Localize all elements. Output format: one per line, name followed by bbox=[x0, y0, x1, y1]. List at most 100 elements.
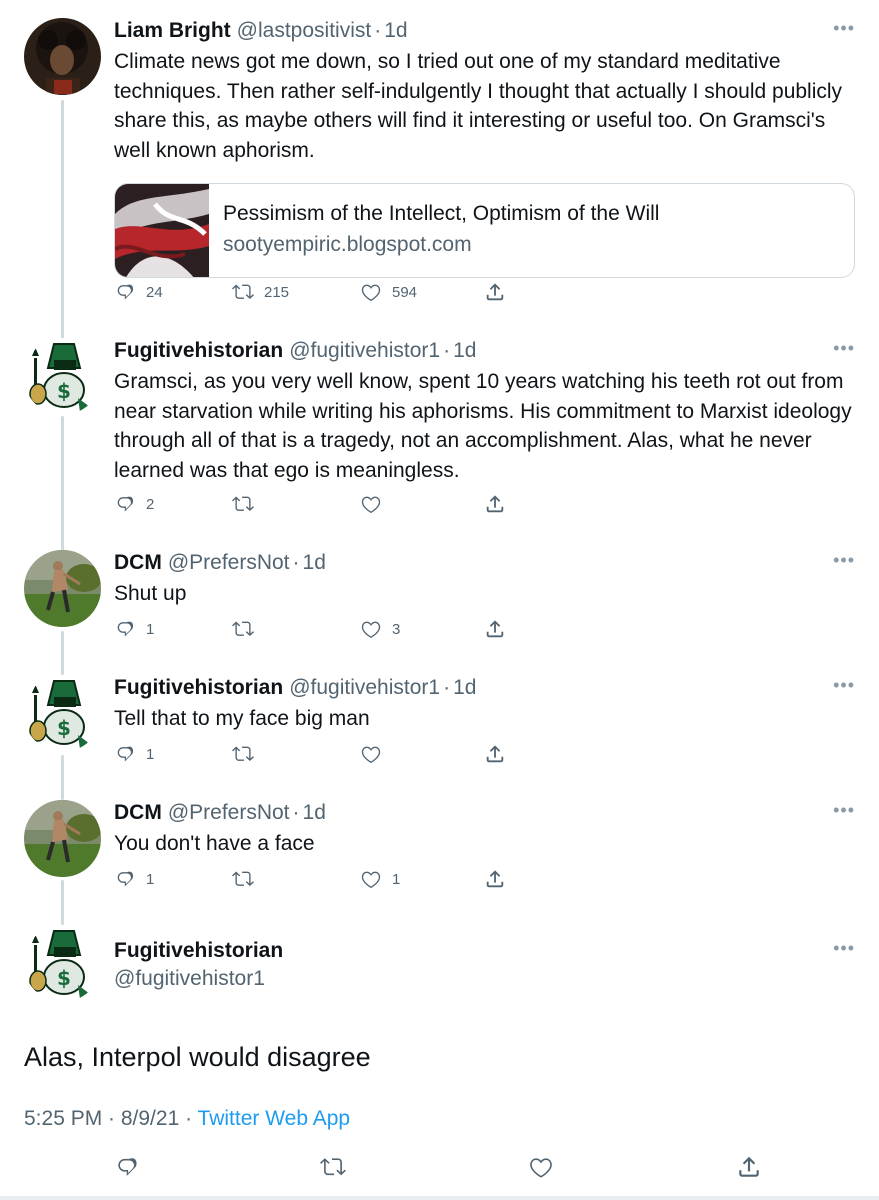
avatar[interactable]: $ bbox=[24, 675, 101, 752]
retweet-icon bbox=[232, 868, 254, 890]
tweet-time[interactable]: 1d bbox=[453, 338, 476, 364]
reply-button[interactable] bbox=[114, 1154, 140, 1180]
thread-connector bbox=[61, 880, 64, 925]
share-button[interactable] bbox=[484, 618, 506, 640]
tweet-text: Shut up bbox=[114, 582, 187, 605]
retweet-button[interactable] bbox=[232, 868, 264, 890]
like-count: 1 bbox=[392, 870, 401, 888]
link-card[interactable]: Pessimism of the Intellect, Optimism of … bbox=[114, 183, 855, 278]
author-handle[interactable]: @fugitivehistor1 bbox=[289, 338, 440, 364]
tweet-meta: 5:25 PM · 8/9/21 · Twitter Web App bbox=[24, 1106, 350, 1132]
more-icon[interactable]: ••• bbox=[833, 550, 855, 570]
tweet-time[interactable]: 1d bbox=[384, 18, 407, 44]
more-icon[interactable]: ••• bbox=[833, 18, 855, 38]
like-count: 3 bbox=[392, 620, 401, 638]
avatar[interactable] bbox=[24, 18, 101, 95]
tweet-text: Tell that to my face big man bbox=[114, 707, 370, 730]
author-handle[interactable]: @lastpositivist bbox=[237, 18, 372, 44]
reply-icon bbox=[114, 868, 136, 890]
share-button[interactable] bbox=[484, 281, 506, 303]
reply-icon bbox=[114, 1154, 140, 1180]
card-title: Pessimism of the Intellect, Optimism of … bbox=[223, 202, 660, 225]
author-name[interactable]: Fugitivehistorian bbox=[114, 939, 283, 962]
tweet-timestamp[interactable]: 5:25 PM · 8/9/21 · bbox=[24, 1107, 198, 1130]
author-handle[interactable]: @PrefersNot bbox=[168, 550, 290, 576]
separator-dot: · bbox=[292, 801, 300, 824]
author-name[interactable]: Fugitivehistorian bbox=[114, 675, 283, 701]
thread-connector bbox=[61, 631, 64, 675]
like-button[interactable]: 3 bbox=[360, 618, 400, 640]
like-button[interactable]: 1 bbox=[360, 868, 400, 890]
author-handle[interactable]: @fugitivehistor1 bbox=[114, 967, 265, 990]
thread-connector bbox=[61, 416, 64, 551]
reply-button[interactable]: 1 bbox=[114, 743, 154, 765]
share-button[interactable] bbox=[484, 743, 506, 765]
tweet-text: Gramsci, as you very well know, spent 10… bbox=[114, 370, 852, 482]
separator-dot: · bbox=[443, 339, 451, 362]
retweet-count: 215 bbox=[264, 283, 290, 301]
more-icon[interactable]: ••• bbox=[833, 800, 855, 820]
reply-button[interactable]: 24 bbox=[114, 281, 163, 303]
like-button[interactable] bbox=[528, 1154, 554, 1180]
retweet-icon bbox=[232, 743, 254, 765]
author-name[interactable]: Liam Bright bbox=[114, 18, 231, 44]
like-count: 594 bbox=[392, 283, 418, 301]
reply-count: 24 bbox=[146, 283, 163, 301]
share-icon bbox=[484, 868, 506, 890]
author-handle[interactable]: @PrefersNot bbox=[168, 800, 290, 826]
tweet-time[interactable]: 1d bbox=[453, 675, 476, 701]
more-icon[interactable]: ••• bbox=[833, 675, 855, 695]
card-thumbnail bbox=[115, 184, 209, 277]
thread-connector bbox=[61, 755, 64, 800]
reply-button[interactable]: 1 bbox=[114, 618, 154, 640]
author-name[interactable]: Fugitivehistorian bbox=[114, 338, 283, 364]
source-app-link[interactable]: Twitter Web App bbox=[198, 1107, 351, 1130]
author-name[interactable]: DCM bbox=[114, 800, 162, 826]
share-button[interactable] bbox=[484, 868, 506, 890]
avatar[interactable] bbox=[24, 550, 101, 627]
svg-text:$: $ bbox=[57, 379, 71, 403]
like-button[interactable] bbox=[360, 743, 392, 765]
tweet-time[interactable]: 1d bbox=[303, 800, 326, 826]
card-domain: sootyempiric.blogspot.com bbox=[223, 233, 472, 256]
like-icon bbox=[528, 1154, 554, 1180]
author-handle[interactable]: @fugitivehistor1 bbox=[289, 675, 440, 701]
avatar[interactable]: $ bbox=[24, 338, 101, 415]
avatar[interactable] bbox=[24, 800, 101, 877]
separator-dot: · bbox=[443, 676, 451, 699]
reply-icon bbox=[114, 281, 136, 303]
separator-dot: · bbox=[292, 551, 300, 574]
author-name[interactable]: DCM bbox=[114, 550, 162, 576]
retweet-button[interactable]: 215 bbox=[232, 281, 289, 303]
retweet-button[interactable] bbox=[232, 743, 264, 765]
tweet-text: You don't have a face bbox=[114, 832, 315, 855]
share-button[interactable] bbox=[484, 493, 506, 515]
reply-button[interactable]: 1 bbox=[114, 868, 154, 890]
more-icon[interactable]: ••• bbox=[833, 338, 855, 358]
divider bbox=[0, 1196, 879, 1200]
reply-count: 1 bbox=[146, 870, 155, 888]
retweet-button[interactable] bbox=[232, 493, 264, 515]
retweet-button[interactable] bbox=[320, 1154, 346, 1180]
svg-text:$: $ bbox=[57, 966, 71, 990]
share-icon bbox=[484, 493, 506, 515]
share-button[interactable] bbox=[736, 1154, 762, 1180]
avatar[interactable]: $ bbox=[24, 925, 101, 1002]
share-icon bbox=[484, 618, 506, 640]
reply-icon bbox=[114, 493, 136, 515]
share-icon bbox=[736, 1154, 762, 1180]
like-button[interactable] bbox=[360, 493, 392, 515]
like-icon bbox=[360, 493, 382, 515]
share-icon bbox=[484, 281, 506, 303]
retweet-icon bbox=[232, 618, 254, 640]
reply-button[interactable]: 2 bbox=[114, 493, 154, 515]
like-icon bbox=[360, 743, 382, 765]
more-icon[interactable]: ••• bbox=[833, 938, 855, 958]
retweet-button[interactable] bbox=[232, 618, 264, 640]
tweet-time[interactable]: 1d bbox=[303, 550, 326, 576]
reply-count: 1 bbox=[146, 745, 155, 763]
like-icon bbox=[360, 868, 382, 890]
reply-icon bbox=[114, 743, 136, 765]
like-button[interactable]: 594 bbox=[360, 281, 417, 303]
separator-dot: · bbox=[374, 19, 382, 42]
